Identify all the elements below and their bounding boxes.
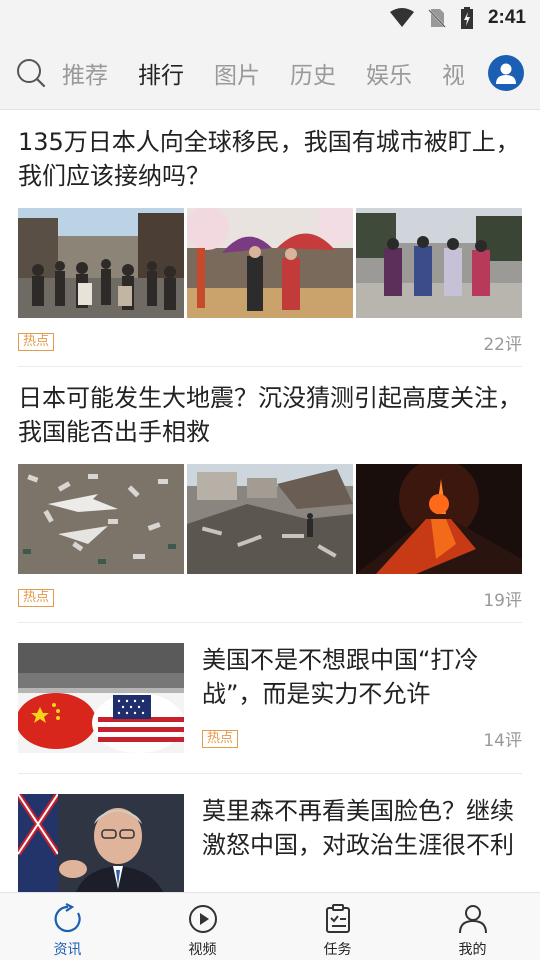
wifi-icon — [389, 8, 414, 27]
comment-count: 19评 — [483, 590, 522, 611]
nav-profile-label: 我的 — [458, 942, 487, 958]
news-feed: 135万日本人向全球移民，我国有城市被盯上，我们应该接纳吗？ 热点 22评 日本… — [0, 111, 540, 892]
category-tabs: 推荐 排行 图片 历史 娱乐 视 — [62, 36, 478, 109]
tab-pictures[interactable]: 图片 — [214, 56, 260, 90]
news-title[interactable]: 美国不是不想跟中国“打冷战”，而是实力不允许 — [202, 643, 522, 711]
nav-tasks-label: 任务 — [323, 942, 352, 958]
news-title[interactable]: 135万日本人向全球移民，我国有城市被盯上，我们应该接纳吗？ — [18, 125, 522, 193]
task-list-icon — [325, 904, 350, 933]
earthquake-rubble-photo — [187, 464, 353, 574]
nav-profile[interactable]: 我的 — [405, 893, 540, 960]
volcano-eruption-photo — [356, 464, 522, 574]
person-icon — [496, 63, 516, 84]
user-avatar[interactable] — [488, 54, 524, 91]
battery-icon — [460, 7, 473, 29]
bottom-nav: 资讯 视频 任务 我的 — [0, 892, 540, 960]
news-title[interactable]: 日本可能发生大地震？沉没猜测引起高度关注，我国能否出手相救 — [18, 381, 522, 449]
boxing-gloves-flags-photo — [18, 643, 184, 753]
kimono-umbrella-photo — [187, 208, 353, 318]
status-time: 2:41 — [487, 7, 526, 28]
play-circle-icon — [188, 905, 217, 933]
news-item[interactable]: 日本可能发生大地震？沉没猜测引起高度关注，我国能否出手相救 热点 19评 — [18, 367, 522, 623]
tab-entertainment[interactable]: 娱乐 — [366, 56, 412, 90]
nav-video-label: 视频 — [188, 942, 217, 958]
search-icon[interactable] — [16, 58, 46, 88]
comment-count: 22评 — [483, 334, 522, 355]
news-item[interactable]: 美国不是不想跟中国“打冷战”，而是实力不允许 热点 14评 — [18, 623, 522, 774]
no-sim-icon — [428, 9, 446, 28]
tab-history[interactable]: 历史 — [290, 56, 336, 90]
hot-tag: 热点 — [202, 729, 239, 748]
nav-video[interactable]: 视频 — [135, 893, 270, 960]
top-nav: 推荐 排行 图片 历史 娱乐 视 — [0, 36, 540, 110]
hot-tag: 热点 — [18, 333, 55, 351]
nav-news[interactable]: 资讯 — [0, 893, 135, 960]
tab-ranking[interactable]: 排行 — [138, 56, 184, 90]
news-item[interactable]: 135万日本人向全球移民，我国有城市被盯上，我们应该接纳吗？ 热点 22评 — [18, 111, 522, 367]
kimono-walkers-photo — [356, 208, 522, 318]
status-bar: 2:41 — [0, 0, 540, 36]
nav-news-label: 资讯 — [53, 942, 82, 958]
crowded-street-photo — [18, 208, 184, 318]
politician-speaking-photo — [18, 794, 184, 892]
nav-tasks[interactable]: 任务 — [270, 893, 405, 960]
person-icon — [458, 905, 487, 934]
comment-count: 14评 — [483, 731, 522, 751]
hot-tag: 热点 — [18, 589, 55, 607]
refresh-circle-icon — [54, 903, 81, 933]
news-item[interactable]: 莫里森不再看美国脸色？继续激怒中国，对政治生涯很不利 — [18, 774, 522, 892]
news-title[interactable]: 莫里森不再看美国脸色？继续激怒中国，对政治生涯很不利 — [202, 794, 522, 862]
tab-recommend[interactable]: 推荐 — [62, 56, 108, 90]
tab-video[interactable]: 视 — [442, 56, 464, 90]
tsunami-aerial-photo — [18, 464, 184, 574]
